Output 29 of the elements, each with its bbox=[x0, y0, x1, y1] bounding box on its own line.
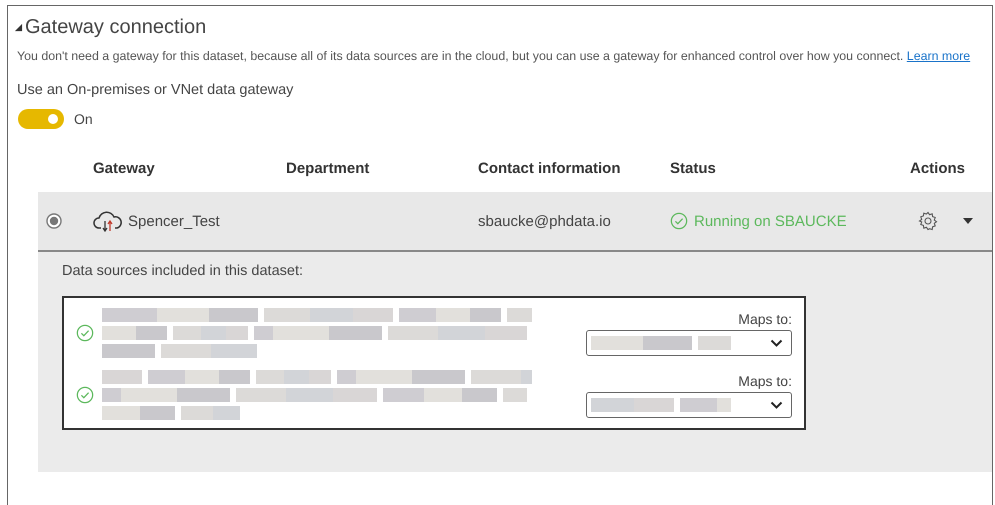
contact-email: sbaucke@phdata.io bbox=[478, 212, 612, 230]
learn-more-link[interactable]: Learn more bbox=[906, 49, 970, 63]
check-circle-icon bbox=[670, 212, 688, 230]
caret-icon[interactable] bbox=[962, 217, 974, 225]
column-header: Gateway bbox=[93, 160, 156, 177]
section-title: Gateway connection bbox=[25, 16, 206, 39]
maps-to-label: Maps to: bbox=[738, 310, 792, 326]
check-circle-icon bbox=[76, 324, 94, 342]
toggle-switch[interactable] bbox=[18, 109, 64, 129]
status-text: Running on SBAUCKE bbox=[694, 212, 847, 230]
data-sources-heading: Data sources included in this dataset: bbox=[62, 263, 303, 279]
settings-icon[interactable] bbox=[918, 211, 938, 231]
toggle-label: Use an On-premises or VNet data gateway bbox=[17, 82, 294, 98]
column-header: Contact information bbox=[478, 160, 622, 177]
radio-button[interactable] bbox=[46, 213, 62, 229]
toggle-state-text: On bbox=[74, 111, 93, 127]
chevron-down-icon bbox=[770, 338, 783, 346]
dropdown-field[interactable] bbox=[586, 392, 792, 418]
cloud-upload-icon bbox=[93, 210, 123, 232]
description-text: You don't need a gateway for this dataset, because all of its data sources are in the cloud, but you can use a gateway for enhanced control over how you connect. Learn more bbox=[17, 48, 972, 65]
chevron-down-icon bbox=[770, 400, 783, 408]
column-header: Department bbox=[286, 160, 370, 177]
maps-to-label: Maps to: bbox=[738, 372, 792, 388]
check-circle-icon bbox=[76, 386, 94, 404]
gateway-name: Spencer_Test bbox=[128, 212, 220, 230]
collapse-triangle-icon[interactable] bbox=[14, 23, 23, 32]
column-header: Status bbox=[670, 160, 717, 177]
dropdown-field[interactable] bbox=[586, 330, 792, 356]
column-header: Actions bbox=[910, 160, 966, 177]
